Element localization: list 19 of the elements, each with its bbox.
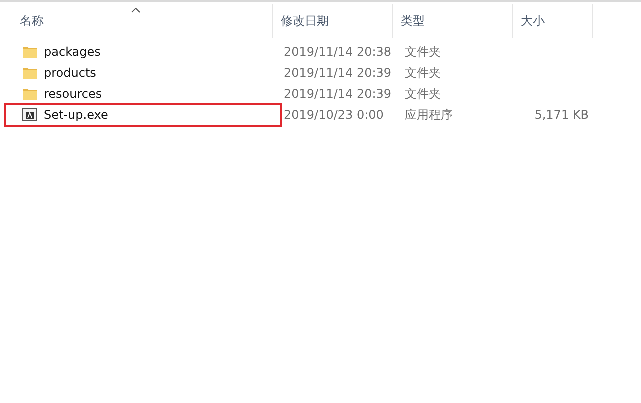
date-cell: 2019/10/23 0:00 (284, 108, 384, 122)
type-cell: 文件夹 (405, 66, 441, 80)
sort-caret-icon (132, 8, 140, 13)
column-header[interactable]: 类型 (393, 4, 513, 38)
column-header[interactable]: 修改日期 (273, 4, 393, 38)
column-header[interactable]: 大小 (513, 4, 593, 38)
file-name[interactable]: Set-up.exe (4, 102, 282, 126)
column-header[interactable]: 名称 (0, 4, 273, 38)
file-name[interactable]: products (4, 60, 282, 84)
date-cell: 2019/11/14 20:39 (284, 86, 392, 100)
date-cell: 2019/11/14 20:39 (284, 66, 392, 80)
type-cell: 文件夹 (405, 86, 441, 100)
size-cell-text: 5,171 KB (534, 106, 589, 124)
date-cell: 2019/11/14 20:38 (284, 44, 392, 58)
type-cell: 文件夹 (405, 44, 441, 58)
type-cell: 应用程序 (405, 108, 453, 122)
file-name[interactable]: resources (4, 82, 282, 106)
file-name[interactable]: packages (4, 40, 282, 64)
application-icon (22, 106, 38, 122)
